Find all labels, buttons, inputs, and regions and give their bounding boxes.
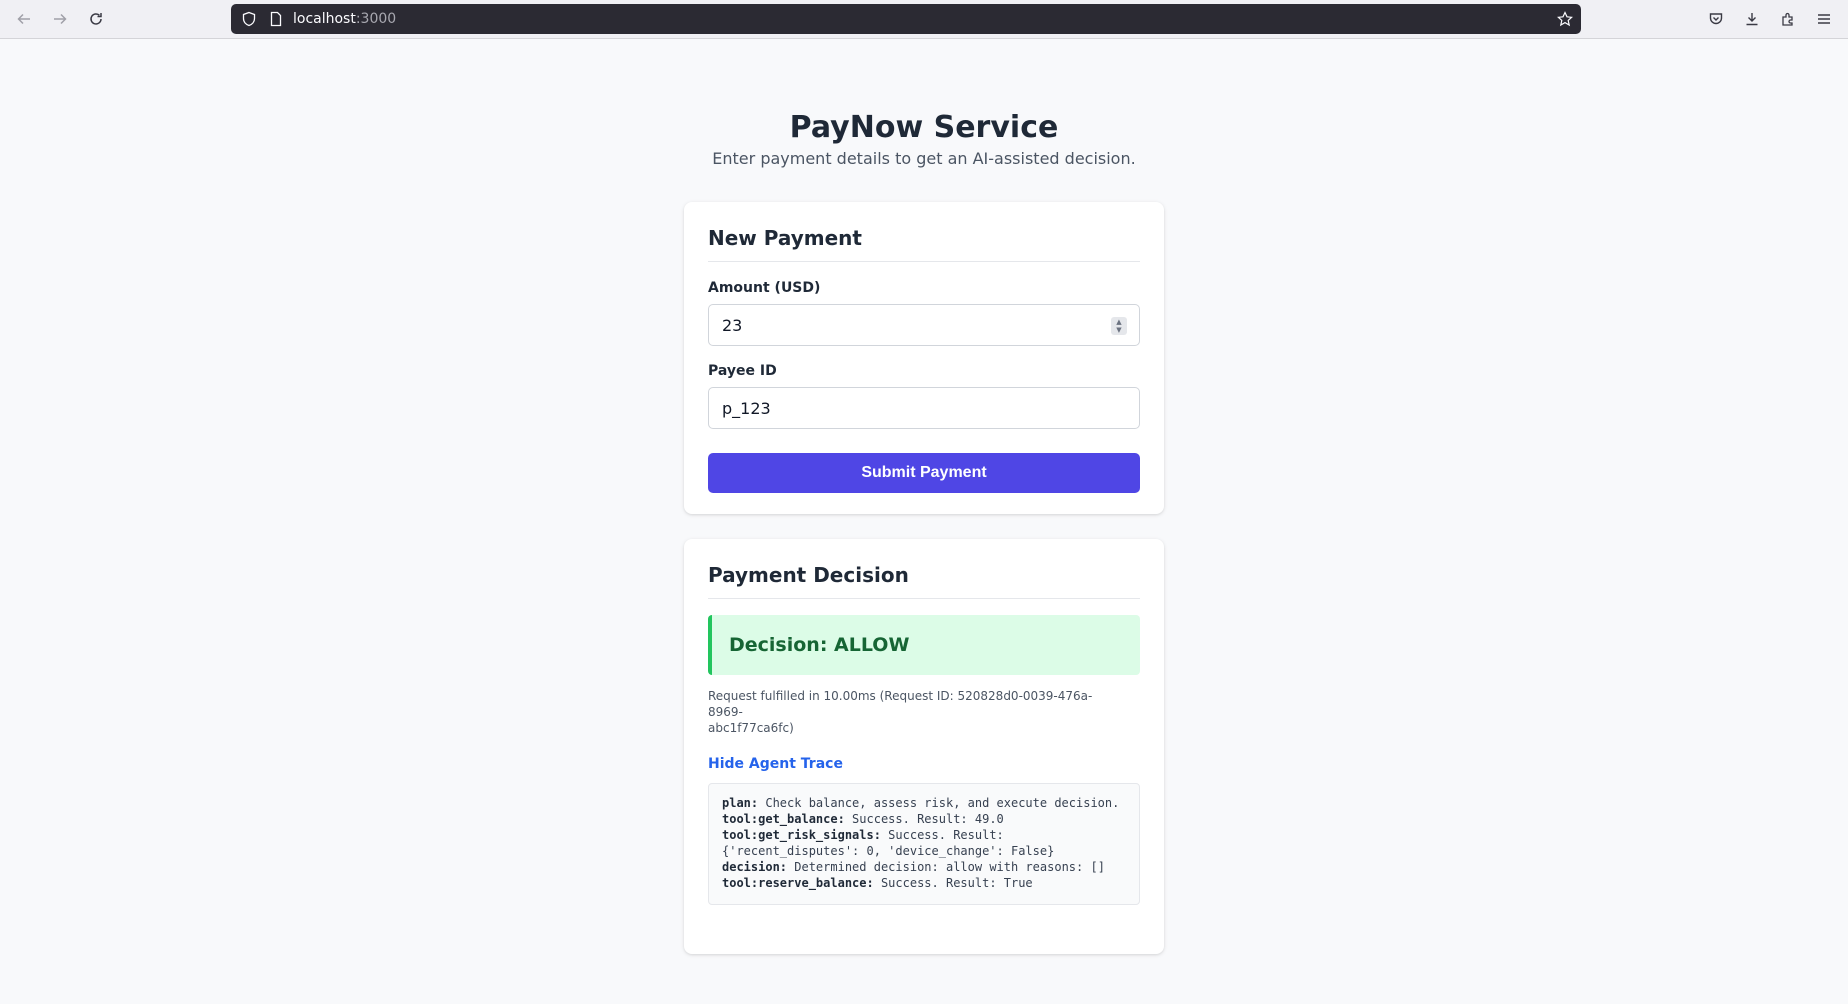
new-payment-title: New Payment <box>708 224 1140 262</box>
trace-key: tool:get_risk_signals: <box>722 828 881 842</box>
browser-toolbar: localhost:3000 <box>0 0 1848 39</box>
spinner-up-icon[interactable]: ▲ <box>1116 318 1121 326</box>
back-icon[interactable] <box>6 1 42 37</box>
url-port: :3000 <box>355 11 397 27</box>
pocket-icon[interactable] <box>1707 10 1725 28</box>
trace-text: Success. Result: 49.0 <box>844 812 1004 826</box>
forward-icon[interactable] <box>42 1 78 37</box>
page-title: PayNow Service <box>789 110 1059 145</box>
spinner-down-icon[interactable]: ▼ <box>1116 326 1121 334</box>
trace-text: Check balance, assess risk, and execute … <box>758 796 1120 810</box>
payment-decision-card: Payment Decision Decision: ALLOW Request… <box>684 539 1164 954</box>
submit-payment-button[interactable]: Submit Payment <box>708 453 1140 493</box>
new-payment-card: New Payment Amount (USD) 23 ▲ ▼ Payee ID… <box>684 202 1164 514</box>
trace-text: {'recent_disputes': 0, 'device_change': … <box>722 844 1055 858</box>
reload-icon[interactable] <box>78 1 114 37</box>
url-host: localhost <box>293 11 356 27</box>
url-text[interactable]: localhost:3000 <box>293 9 396 29</box>
trace-line: tool:get_balance: Success. Result: 49.0 <box>722 811 1126 827</box>
payee-input[interactable]: p_123 <box>708 387 1140 429</box>
amount-spinner[interactable]: ▲ ▼ <box>1111 317 1127 335</box>
trace-text: Success. Result: <box>880 828 1004 842</box>
trace-line: tool:reserve_balance: Success. Result: T… <box>722 875 1126 891</box>
request-meta-line: abc1f77ca6fc) <box>708 721 794 735</box>
decision-banner: Decision: ALLOW <box>708 615 1140 675</box>
page-header: PayNow Service Enter payment details to … <box>0 108 1848 170</box>
amount-input[interactable]: 23 ▲ ▼ <box>708 304 1140 346</box>
trace-text: Determined decision: allow with reasons:… <box>787 860 1105 874</box>
menu-icon[interactable] <box>1815 10 1833 28</box>
trace-text: Success. Result: True <box>873 876 1033 890</box>
amount-value: 23 <box>722 315 743 335</box>
payee-value: p_123 <box>722 398 771 418</box>
trace-key: tool:reserve_balance: <box>722 876 874 890</box>
trace-line: tool:get_risk_signals: Success. Result: <box>722 827 1126 843</box>
trace-key: decision: <box>722 860 788 874</box>
page-icon <box>268 11 284 31</box>
trace-line: {'recent_disputes': 0, 'device_change': … <box>722 843 1126 859</box>
payee-label: Payee ID <box>708 363 777 379</box>
decision-text: Decision: ALLOW <box>729 634 910 656</box>
hide-agent-trace-link[interactable]: Hide Agent Trace <box>708 755 1140 773</box>
trace-line: decision: Determined decision: allow wit… <box>722 859 1126 875</box>
trace-key: plan: <box>722 796 759 810</box>
url-bar[interactable]: localhost:3000 <box>231 4 1581 34</box>
page-subtitle: Enter payment details to get an AI-assis… <box>712 149 1136 168</box>
shield-icon[interactable] <box>241 11 257 31</box>
extensions-icon[interactable] <box>1779 10 1797 28</box>
download-icon[interactable] <box>1743 10 1761 28</box>
trace-key: tool:get_balance: <box>722 812 845 826</box>
payment-decision-title: Payment Decision <box>708 561 1140 599</box>
bookmark-star-icon[interactable] <box>1557 11 1573 31</box>
request-meta-line: Request fulfilled in 10.00ms (Request ID… <box>708 689 1093 719</box>
request-meta: Request fulfilled in 10.00ms (Request ID… <box>708 688 1108 736</box>
page-content: PayNow Service Enter payment details to … <box>0 40 1848 1004</box>
agent-trace-panel: plan: Check balance, assess risk, and ex… <box>708 783 1140 905</box>
trace-line: plan: Check balance, assess risk, and ex… <box>722 795 1126 811</box>
amount-label: Amount (USD) <box>708 280 821 296</box>
